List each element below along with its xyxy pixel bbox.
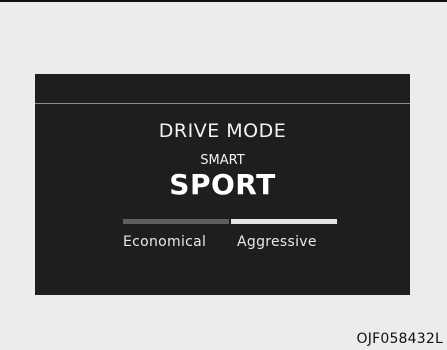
sport-mode-label: SPORT (169, 168, 276, 201)
screen-divider (35, 103, 410, 104)
economical-scale-bar (123, 219, 229, 224)
aggressive-scale-bar (231, 219, 337, 224)
figure-code: OJF058432L (356, 331, 443, 347)
economical-label: Economical (123, 234, 207, 250)
smart-label: SMART (200, 153, 245, 168)
drive-mode-title: DRIVE MODE (158, 120, 287, 142)
figure-frame: DRIVE MODE SMART SPORT Economical Aggres… (0, 0, 447, 350)
aggressive-label: Aggressive (237, 234, 317, 250)
drive-mode-display: DRIVE MODE SMART SPORT Economical Aggres… (35, 74, 410, 295)
illustration-panel: DRIVE MODE SMART SPORT Economical Aggres… (0, 2, 447, 350)
